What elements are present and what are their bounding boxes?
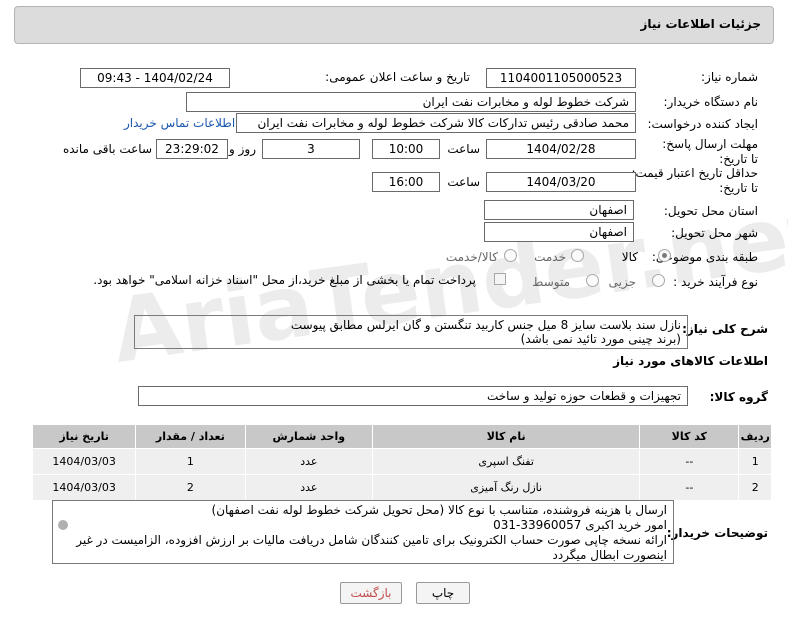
cell-name: نازل رنگ آمیزی: [372, 474, 641, 501]
min-price-time-label: ساعت: [447, 175, 480, 189]
deadline-date-field[interactable]: 1404/02/28: [486, 139, 636, 159]
announce-label: تاریخ و ساعت اعلان عمومی:: [325, 70, 470, 84]
need-number-label: شماره نیاز:: [701, 70, 758, 84]
cell-unit: عدد: [244, 448, 374, 475]
description-field[interactable]: نازل سند بلاست سایز 8 میل جنس کاربید تنگ…: [134, 315, 688, 349]
cell-qty: 2: [135, 474, 246, 501]
buyer-org-field[interactable]: شرکت خطوط لوله و مخابرات نفت ایران: [186, 92, 636, 112]
category-radio-service[interactable]: [571, 249, 584, 262]
notes-line-1: ارسال با هزینه فروشنده، متناسب با نوع کا…: [211, 503, 667, 517]
min-price-date-field[interactable]: 1404/03/20: [486, 172, 636, 192]
goods-group-label: گروه کالا:: [709, 390, 768, 404]
print-button[interactable]: چاپ: [416, 582, 470, 604]
cell-date: 1404/03/03: [31, 474, 137, 501]
table-row[interactable]: 2 -- نازل رنگ آمیزی عدد 2 1404/03/03: [31, 474, 772, 501]
need-number-field[interactable]: 1104001105000523: [486, 68, 636, 88]
notes-line-4: اینصورت ابطال میگردد: [552, 548, 668, 562]
cell-code: --: [639, 474, 740, 501]
buyer-notes-field[interactable]: ارسال با هزینه فروشنده، متناسب با نوع کا…: [52, 500, 674, 564]
min-price-label: حداقل تاریخ اعتبار قیمت: تا تاریخ:: [631, 166, 758, 195]
province-label: استان محل تحویل:: [663, 204, 758, 218]
city-field[interactable]: اصفهان: [484, 222, 634, 242]
table-header-row: ردیف کد کالا نام کالا واحد شمارش تعداد /…: [31, 424, 772, 449]
requester-field[interactable]: محمد صادقی رئیس تدارکات کالا شرکت خطوط ل…: [236, 113, 636, 133]
description-line-2: (برند چینی مورد تائید نمی باشد): [520, 332, 681, 346]
announce-field[interactable]: 1404/02/24 - 09:43: [80, 68, 230, 88]
category-radio-both[interactable]: [504, 249, 517, 262]
cell-unit: عدد: [244, 474, 374, 501]
province-field[interactable]: اصفهان: [484, 200, 634, 220]
buyer-org-label: نام دستگاه خریدار:: [663, 95, 759, 109]
buyer-notes-label: توضیحات خریدار:: [666, 526, 768, 540]
category-option-service: خدمت: [534, 250, 566, 264]
scroll-dot-icon: [58, 520, 68, 530]
page-title: جزئیات اطلاعات نیاز: [640, 17, 761, 31]
col-header-date: تاریخ نیاز: [31, 424, 137, 449]
process-option-medium: متوسط: [532, 275, 570, 289]
days-field[interactable]: 3: [262, 139, 360, 159]
cell-date: 1404/03/03: [31, 448, 137, 475]
description-label: شرح کلی نیاز:: [682, 322, 768, 336]
goods-info-title: اطلاعات کالاهای مورد نیاز: [613, 354, 768, 368]
min-price-time-field[interactable]: 16:00: [372, 172, 440, 192]
cell-qty: 1: [135, 448, 246, 475]
table-row[interactable]: 1 -- تفنگ اسپری عدد 1 1404/03/03: [31, 448, 772, 475]
col-header-name: نام کالا: [372, 424, 641, 449]
goods-table: ردیف کد کالا نام کالا واحد شمارش تعداد /…: [31, 424, 772, 501]
col-header-row-num: ردیف: [738, 424, 772, 449]
contact-info-link[interactable]: اطلاعات تماس خریدار: [124, 116, 235, 130]
col-header-qty: تعداد / مقدار: [135, 424, 246, 449]
col-header-code: کد کالا: [639, 424, 740, 449]
remaining-label: ساعت باقی مانده: [62, 142, 152, 156]
payment-checkbox[interactable]: [494, 273, 506, 285]
goods-group-field[interactable]: تجهیزات و قطعات حوزه تولید و ساخت: [138, 386, 688, 406]
category-radio-goods[interactable]: [658, 249, 671, 262]
deadline-time-label: ساعت: [447, 142, 480, 156]
page-header: جزئیات اطلاعات نیاز: [14, 6, 774, 44]
notes-line-3: ارائه نسخه چاپی صورت حساب الکترونیک برای…: [76, 533, 667, 547]
requester-label: ایجاد کننده درخواست:: [647, 117, 758, 131]
days-label: روز و: [229, 142, 256, 156]
payment-note: پرداخت تمام یا بخشی از مبلغ خرید،از محل …: [93, 273, 476, 287]
process-radio-minor[interactable]: [652, 274, 665, 287]
cell-row-num: 2: [738, 474, 772, 501]
notes-line-2: امور خرید اکبری 33960057-031: [493, 518, 667, 532]
back-button[interactable]: بازگشت: [340, 582, 402, 604]
cell-row-num: 1: [738, 448, 772, 475]
deadline-time-field[interactable]: 10:00: [372, 139, 440, 159]
cell-code: --: [639, 448, 740, 475]
cell-name: تفنگ اسپری: [372, 448, 641, 475]
process-radio-medium[interactable]: [586, 274, 599, 287]
city-label: شهر محل تحویل:: [671, 226, 758, 240]
category-option-goods: کالا: [621, 250, 638, 264]
deadline-label: مهلت ارسال پاسخ: تا تاریخ:: [662, 137, 758, 166]
process-label: نوع فرآیند خرید :: [673, 275, 758, 289]
remaining-time-field[interactable]: 23:29:02: [156, 139, 228, 159]
category-option-both: کالا/خدمت: [445, 250, 498, 264]
col-header-unit: واحد شمارش: [244, 424, 374, 449]
process-option-minor: جزیی: [608, 275, 636, 289]
description-line-1: نازل سند بلاست سایز 8 میل جنس کاربید تنگ…: [290, 318, 681, 332]
